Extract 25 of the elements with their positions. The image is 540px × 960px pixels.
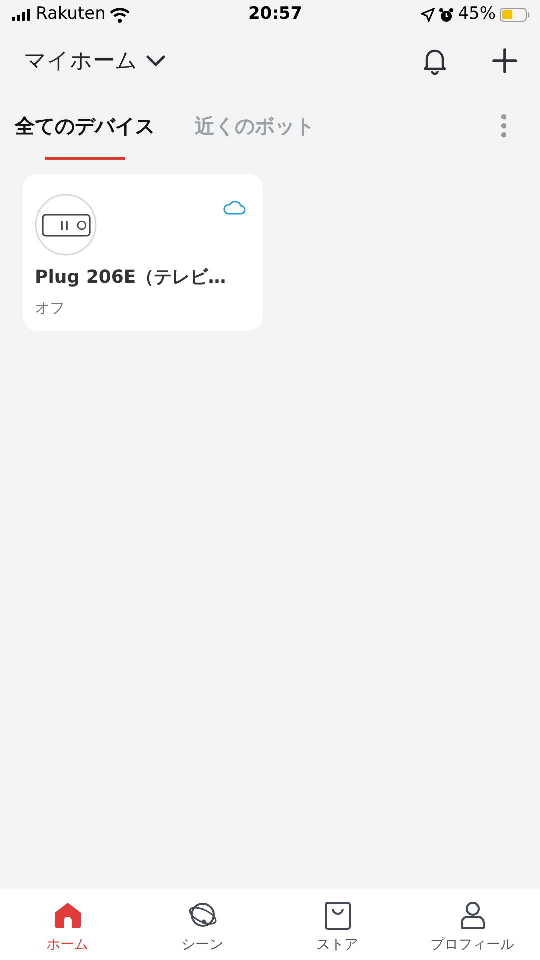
status-time: 20:57 — [248, 3, 303, 26]
home-icon — [52, 901, 82, 931]
carrier-name: Rakuten — [36, 3, 106, 26]
device-name: Plug 206E（テレビ… — [35, 266, 228, 290]
battery-icon — [500, 8, 530, 22]
notification-bell-icon[interactable] — [422, 47, 448, 75]
store-icon — [322, 901, 352, 931]
plug-icon — [35, 194, 97, 256]
alarm-clock-icon — [439, 8, 454, 22]
location-arrow-icon — [421, 8, 436, 22]
nav-tab[interactable]: ストア — [270, 889, 405, 960]
home-selector[interactable]: マイホーム — [24, 44, 166, 78]
device-card[interactable]: Plug 206E（テレビ… オフ — [23, 174, 263, 331]
tab[interactable]: 全てのデバイス — [15, 92, 155, 160]
nav-tab[interactable]: ホーム — [0, 889, 135, 960]
device-status: オフ — [35, 298, 66, 319]
cloud-icon — [222, 200, 246, 216]
signal-icon — [12, 9, 32, 21]
more-options-icon[interactable] — [501, 114, 507, 138]
nav-tab[interactable]: プロフィール — [405, 889, 540, 960]
nav-tab[interactable]: シーン — [135, 889, 270, 960]
add-icon[interactable] — [492, 48, 518, 74]
chevron-down-icon — [146, 55, 166, 67]
battery-percent: 45% — [458, 3, 496, 26]
wifi-icon — [110, 8, 130, 22]
